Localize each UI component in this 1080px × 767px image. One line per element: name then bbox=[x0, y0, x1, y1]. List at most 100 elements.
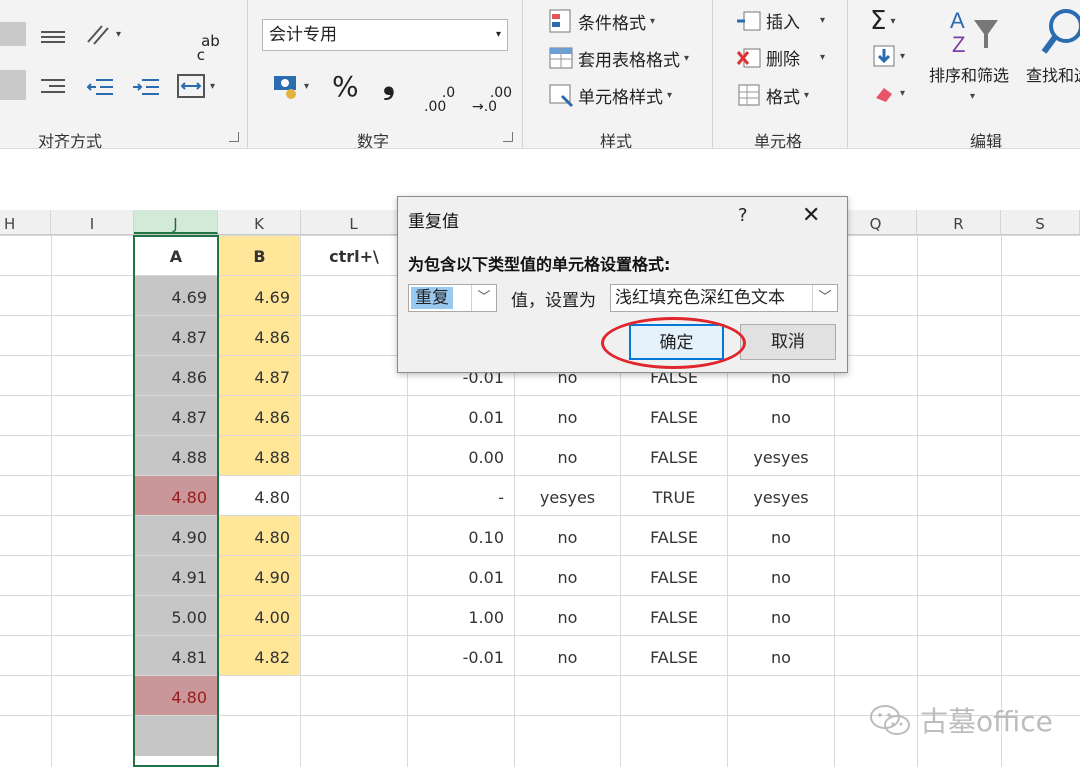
cell-n[interactable]: 0.01 bbox=[408, 556, 514, 596]
increase-indent-button[interactable] bbox=[132, 76, 160, 98]
cell-styles-button[interactable]: 单元格样式 ▾ bbox=[548, 82, 672, 108]
merge-center-button[interactable]: ▾ bbox=[176, 73, 215, 99]
value-type-select[interactable]: 重复 ﹀ bbox=[408, 284, 497, 312]
cell-j[interactable]: 4.81 bbox=[135, 636, 217, 676]
chevron-down-icon[interactable]: ﹀ bbox=[471, 285, 496, 311]
cell-q[interactable] bbox=[728, 676, 834, 716]
cell-j[interactable]: 4.87 bbox=[135, 396, 217, 436]
cell-j[interactable]: 4.86 bbox=[135, 356, 217, 396]
cell-n[interactable]: 0.01 bbox=[408, 396, 514, 436]
cell-p[interactable] bbox=[621, 676, 727, 716]
cell-q[interactable]: no bbox=[728, 516, 834, 556]
cell-k[interactable]: 4.80 bbox=[219, 516, 300, 556]
percent-style-button[interactable]: % bbox=[332, 70, 359, 103]
cell-k[interactable]: 4.90 bbox=[219, 556, 300, 596]
cell-k[interactable]: 4.80 bbox=[219, 476, 300, 516]
cancel-button[interactable]: 取消 bbox=[740, 324, 836, 360]
cell-n[interactable] bbox=[408, 676, 514, 716]
cell-o[interactable]: no bbox=[515, 636, 620, 676]
column-header-k[interactable]: K bbox=[218, 210, 301, 234]
cell-j[interactable]: 5.00 bbox=[135, 596, 217, 636]
cell-p[interactable]: FALSE bbox=[621, 556, 727, 596]
conditional-format-button[interactable]: 条件格式 ▾ bbox=[548, 8, 655, 34]
cell-p[interactable]: FALSE bbox=[621, 436, 727, 476]
autosum-button[interactable]: Σ ▾ bbox=[870, 6, 895, 36]
delete-button[interactable]: 删除 ▾ bbox=[736, 45, 825, 70]
cell-p[interactable]: FALSE bbox=[621, 596, 727, 636]
cell-o[interactable]: no bbox=[515, 596, 620, 636]
cell-n[interactable] bbox=[408, 716, 514, 756]
cell-k[interactable]: 4.86 bbox=[219, 396, 300, 436]
cell-p[interactable]: FALSE bbox=[621, 636, 727, 676]
alignment-launcher-icon[interactable] bbox=[229, 132, 239, 142]
cell-n[interactable]: 0.10 bbox=[408, 516, 514, 556]
cell-n[interactable]: -0.01 bbox=[408, 636, 514, 676]
cell-j[interactable] bbox=[135, 716, 217, 756]
cell-k[interactable]: 4.87 bbox=[219, 356, 300, 396]
find-select-button[interactable]: 查找和选 bbox=[1026, 62, 1080, 86]
format-cells-button[interactable]: 格式 ▾ bbox=[736, 82, 809, 108]
cell-q[interactable]: yesyes bbox=[728, 476, 834, 516]
cell-j[interactable]: 4.87 bbox=[135, 316, 217, 356]
cell-o[interactable]: no bbox=[515, 396, 620, 436]
align-top-button[interactable] bbox=[0, 22, 26, 46]
cell-p[interactable]: FALSE bbox=[621, 396, 727, 436]
cell-header-shortcut[interactable]: ctrl+\ bbox=[301, 235, 407, 275]
chevron-down-icon[interactable]: ﹀ bbox=[812, 285, 837, 311]
fill-button[interactable]: ▾ bbox=[872, 44, 905, 68]
cell-k[interactable]: 4.86 bbox=[219, 316, 300, 356]
cell-o[interactable] bbox=[515, 676, 620, 716]
cell-j[interactable]: 4.88 bbox=[135, 436, 217, 476]
cell-k[interactable] bbox=[219, 716, 300, 756]
cell-j[interactable]: 4.91 bbox=[135, 556, 217, 596]
cell-j[interactable]: 4.80 bbox=[135, 476, 217, 516]
align-right-button[interactable] bbox=[40, 76, 66, 98]
align-left-button[interactable] bbox=[0, 70, 26, 100]
column-header-h[interactable]: H bbox=[0, 210, 51, 234]
cell-q[interactable]: yesyes bbox=[728, 436, 834, 476]
insert-button[interactable]: 插入 ▾ bbox=[736, 8, 825, 33]
cell-p[interactable] bbox=[621, 716, 727, 756]
column-header-i[interactable]: I bbox=[51, 210, 134, 234]
decrease-indent-button[interactable] bbox=[86, 76, 114, 98]
column-header-s[interactable]: S bbox=[1001, 210, 1080, 234]
cell-o[interactable]: yesyes bbox=[515, 476, 620, 516]
cell-o[interactable]: no bbox=[515, 516, 620, 556]
comma-style-button[interactable]: ❟ bbox=[383, 66, 395, 101]
wrap-text-button[interactable]: ab c bbox=[182, 20, 220, 76]
cell-j[interactable]: 4.90 bbox=[135, 516, 217, 556]
cell-k[interactable]: 4.82 bbox=[219, 636, 300, 676]
cell-j[interactable]: 4.80 bbox=[135, 676, 217, 716]
format-style-select[interactable]: 浅红填充色深红色文本 ﹀ bbox=[610, 284, 838, 312]
cell-k[interactable]: 4.88 bbox=[219, 436, 300, 476]
cell-q[interactable]: no bbox=[728, 636, 834, 676]
close-icon[interactable]: ✕ bbox=[802, 203, 820, 228]
align-middle-button[interactable] bbox=[40, 24, 66, 46]
orientation-button[interactable]: ▾ bbox=[84, 20, 121, 48]
number-launcher-icon[interactable] bbox=[503, 132, 513, 142]
sort-filter-icon-wrap[interactable]: AZ bbox=[944, 6, 1002, 60]
cell-q[interactable]: no bbox=[728, 396, 834, 436]
cell-k[interactable]: 4.00 bbox=[219, 596, 300, 636]
cell-j[interactable]: 4.69 bbox=[135, 276, 217, 316]
cell-n[interactable]: 0.00 bbox=[408, 436, 514, 476]
help-button[interactable]: ? bbox=[738, 205, 748, 226]
cell-q[interactable] bbox=[728, 716, 834, 756]
column-header-l[interactable]: L bbox=[301, 210, 407, 234]
cell-n[interactable]: 1.00 bbox=[408, 596, 514, 636]
increase-decimal-button[interactable]: .0 .00 bbox=[424, 72, 455, 128]
clear-button[interactable]: ▾ bbox=[872, 82, 905, 104]
format-as-table-button[interactable]: 套用表格格式 ▾ bbox=[548, 45, 689, 71]
cell-o[interactable]: no bbox=[515, 556, 620, 596]
cell-o[interactable]: no bbox=[515, 436, 620, 476]
cell-k[interactable]: 4.69 bbox=[219, 276, 300, 316]
decrease-decimal-button[interactable]: .00 →.0 bbox=[472, 72, 512, 128]
find-select-icon-wrap[interactable] bbox=[1040, 4, 1080, 64]
ok-button[interactable]: 确定 bbox=[629, 324, 724, 360]
column-header-r[interactable]: R bbox=[917, 210, 1001, 234]
cell-k[interactable] bbox=[219, 676, 300, 716]
sort-filter-button[interactable]: 排序和筛选 bbox=[929, 62, 1009, 86]
column-header-j[interactable]: J bbox=[134, 210, 218, 234]
number-format-select[interactable]: 会计专用 ▾ bbox=[262, 19, 508, 51]
accounting-format-button[interactable]: ▾ bbox=[272, 72, 309, 100]
